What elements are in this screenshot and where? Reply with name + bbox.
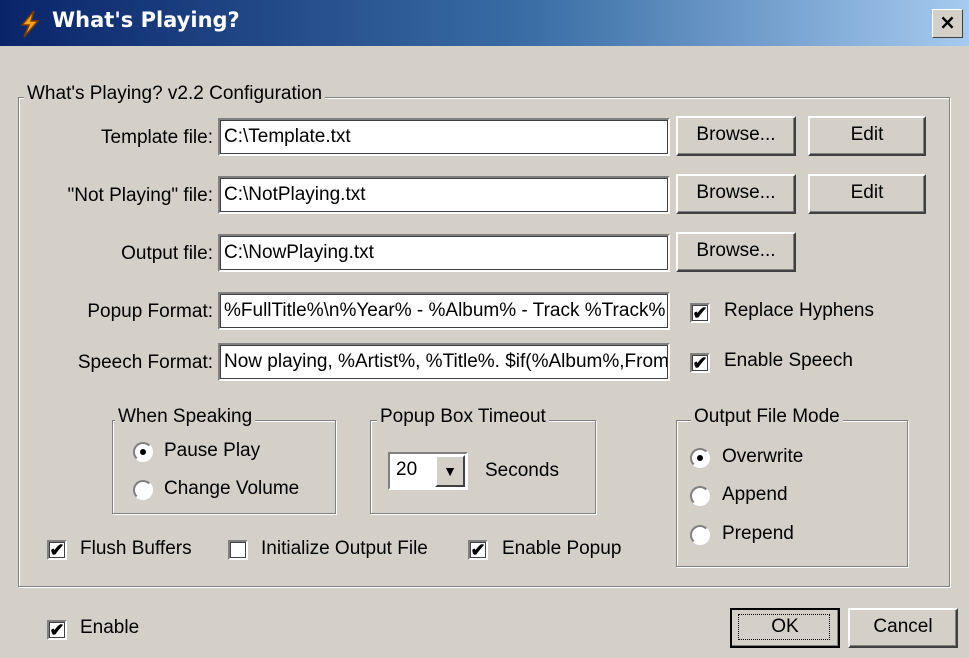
append-label: Append	[722, 484, 788, 505]
flush-buffers-checkbox[interactable]: ✔	[47, 540, 67, 560]
prepend-radio[interactable]	[690, 525, 710, 545]
speech-format-input[interactable]: Now playing, %Artist%, %Title%. $if(%Alb…	[218, 343, 670, 381]
initialize-output-checkbox[interactable]	[228, 540, 248, 560]
not-playing-browse-label: Browse...	[696, 182, 776, 203]
not-playing-edit-label: Edit	[850, 182, 884, 203]
cancel-label: Cancel	[873, 616, 933, 637]
prepend-label: Prepend	[722, 523, 794, 544]
output-mode-legend: Output File Mode	[691, 406, 843, 428]
overwrite-label: Overwrite	[722, 446, 804, 467]
enable-label: Enable	[80, 617, 140, 638]
not-playing-file-label: "Not Playing" file:	[67, 185, 214, 206]
template-browse-button[interactable]: Browse...	[676, 116, 796, 156]
template-file-input[interactable]: C:\Template.txt	[218, 118, 670, 156]
ok-button[interactable]: OK	[730, 608, 840, 648]
flush-buffers-label: Flush Buffers	[80, 538, 192, 559]
pause-play-label: Pause Play	[164, 440, 261, 461]
cancel-button[interactable]: Cancel	[848, 608, 958, 648]
enable-popup-label: Enable Popup	[502, 538, 622, 559]
timeout-value: 20	[396, 459, 418, 480]
output-file-input[interactable]: C:\NowPlaying.txt	[218, 234, 670, 272]
when-speaking-legend: When Speaking	[115, 406, 256, 428]
append-radio[interactable]	[690, 486, 710, 506]
change-volume-label: Change Volume	[164, 478, 300, 499]
pause-play-radio[interactable]	[133, 442, 153, 462]
timeout-select[interactable]: 20 ▼	[388, 452, 468, 490]
not-playing-browse-button[interactable]: Browse...	[676, 174, 796, 214]
title-bar[interactable]: What's Playing? ×	[0, 0, 969, 46]
change-volume-radio[interactable]	[133, 480, 153, 500]
dropdown-arrow-icon[interactable]: ▼	[435, 455, 465, 487]
timeout-unit-label: Seconds	[485, 460, 559, 481]
not-playing-file-input[interactable]: C:\NotPlaying.txt	[218, 176, 670, 214]
overwrite-radio[interactable]	[690, 448, 710, 468]
focus-rect	[738, 614, 830, 640]
template-edit-label: Edit	[850, 124, 884, 145]
popup-timeout-legend: Popup Box Timeout	[377, 406, 549, 428]
config-legend: What's Playing? v2.2 Configuration	[24, 83, 326, 105]
output-browse-label: Browse...	[696, 240, 776, 261]
template-file-label: Template file:	[101, 127, 213, 148]
lightning-bolt-icon	[20, 10, 40, 38]
output-file-label: Output file:	[121, 243, 213, 264]
not-playing-edit-button[interactable]: Edit	[808, 174, 926, 214]
popup-format-label: Popup Format:	[87, 301, 213, 322]
replace-hyphens-checkbox[interactable]: ✔	[690, 303, 710, 323]
replace-hyphens-label: Replace Hyphens	[724, 300, 874, 321]
speech-format-label: Speech Format:	[77, 352, 213, 373]
popup-format-input[interactable]: %FullTitle%\n%Year% - %Album% - Track %T…	[218, 292, 670, 330]
template-edit-button[interactable]: Edit	[808, 116, 926, 156]
window-title: What's Playing?	[52, 8, 240, 32]
initialize-output-label: Initialize Output File	[261, 538, 428, 559]
enable-speech-label: Enable Speech	[724, 350, 853, 371]
template-browse-label: Browse...	[696, 124, 776, 145]
close-button[interactable]: ×	[932, 9, 963, 38]
enable-checkbox[interactable]: ✔	[47, 620, 67, 640]
enable-popup-checkbox[interactable]: ✔	[468, 540, 488, 560]
enable-speech-checkbox[interactable]: ✔	[690, 353, 710, 373]
output-browse-button[interactable]: Browse...	[676, 232, 796, 272]
